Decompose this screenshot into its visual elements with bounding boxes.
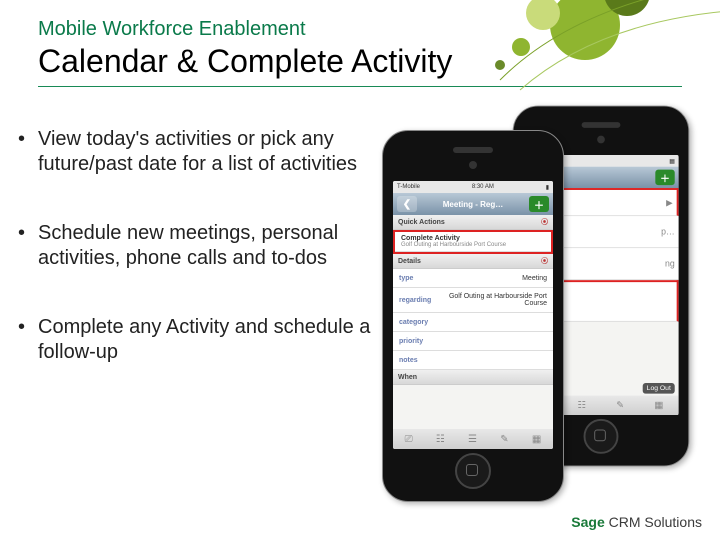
nav-title: Meeting - Reg… bbox=[443, 200, 503, 209]
nav-icon[interactable]: ☷ bbox=[578, 400, 587, 411]
bottom-toolbar: ⎚ ☷ ☰ ✎ ▦ bbox=[393, 429, 553, 449]
nav-icon[interactable]: ✎ bbox=[500, 434, 508, 445]
collapse-icon[interactable]: ⦿ bbox=[541, 217, 548, 227]
status-bar: T-Mobile 8:30 AM ▮ bbox=[393, 181, 553, 193]
detail-row: regardingGolf Outing at Harbourside Port… bbox=[393, 288, 553, 313]
add-icon[interactable]: ＋ bbox=[655, 170, 674, 186]
nav-icon[interactable]: ☷ bbox=[436, 434, 445, 445]
bullet-item: Schedule new meetings, personal activiti… bbox=[38, 221, 388, 271]
detail-row: notes bbox=[393, 351, 553, 370]
highlight-complete: Complete Activity Golf Outing at Harbour… bbox=[393, 230, 553, 254]
bullet-item: Complete any Activity and schedule a fol… bbox=[38, 315, 388, 365]
quick-actions-header: Quick Actions⦿ bbox=[393, 215, 553, 230]
decorative-swirl bbox=[460, 0, 720, 100]
chevron-right-icon: ▶ bbox=[666, 197, 673, 208]
when-header: When bbox=[393, 370, 553, 385]
detail-row: typeMeeting bbox=[393, 269, 553, 288]
nav-icon[interactable]: ☰ bbox=[468, 434, 477, 445]
battery-icon: ▮ bbox=[546, 184, 549, 191]
phone-mockups: •••▦ ❮＋ ▶ p… ng Log Out ◧☷✎▦ T-Mobile 8:… bbox=[382, 100, 692, 520]
collapse-icon[interactable]: ⦿ bbox=[541, 256, 548, 266]
home-button[interactable] bbox=[584, 419, 619, 454]
nav-icon[interactable]: ✎ bbox=[616, 400, 624, 411]
home-button[interactable] bbox=[455, 453, 491, 489]
nav-bar: ❮ Meeting - Reg… ＋ bbox=[393, 193, 553, 215]
bullet-list: View today's activities or pick any futu… bbox=[0, 103, 388, 365]
bullet-item: View today's activities or pick any futu… bbox=[38, 127, 388, 177]
add-button[interactable]: ＋ bbox=[529, 196, 549, 212]
detail-row: category bbox=[393, 313, 553, 332]
logout-button[interactable]: Log Out bbox=[643, 383, 675, 394]
complete-activity-row[interactable]: Complete Activity Golf Outing at Harbour… bbox=[395, 232, 551, 252]
clock-label: 8:30 AM bbox=[472, 184, 494, 190]
details-header: Details⦿ bbox=[393, 254, 553, 269]
carrier-label: T-Mobile bbox=[397, 184, 420, 190]
nav-icon[interactable]: ▦ bbox=[654, 400, 663, 411]
nav-icon[interactable]: ▦ bbox=[532, 434, 541, 445]
detail-row: priority bbox=[393, 332, 553, 351]
nav-icon[interactable]: ⎚ bbox=[405, 434, 413, 445]
footer-logo: Sage CRM Solutions bbox=[571, 514, 702, 530]
back-icon[interactable]: ❮ bbox=[397, 196, 417, 212]
phone-front: T-Mobile 8:30 AM ▮ ❮ Meeting - Reg… ＋ Qu… bbox=[382, 130, 564, 502]
